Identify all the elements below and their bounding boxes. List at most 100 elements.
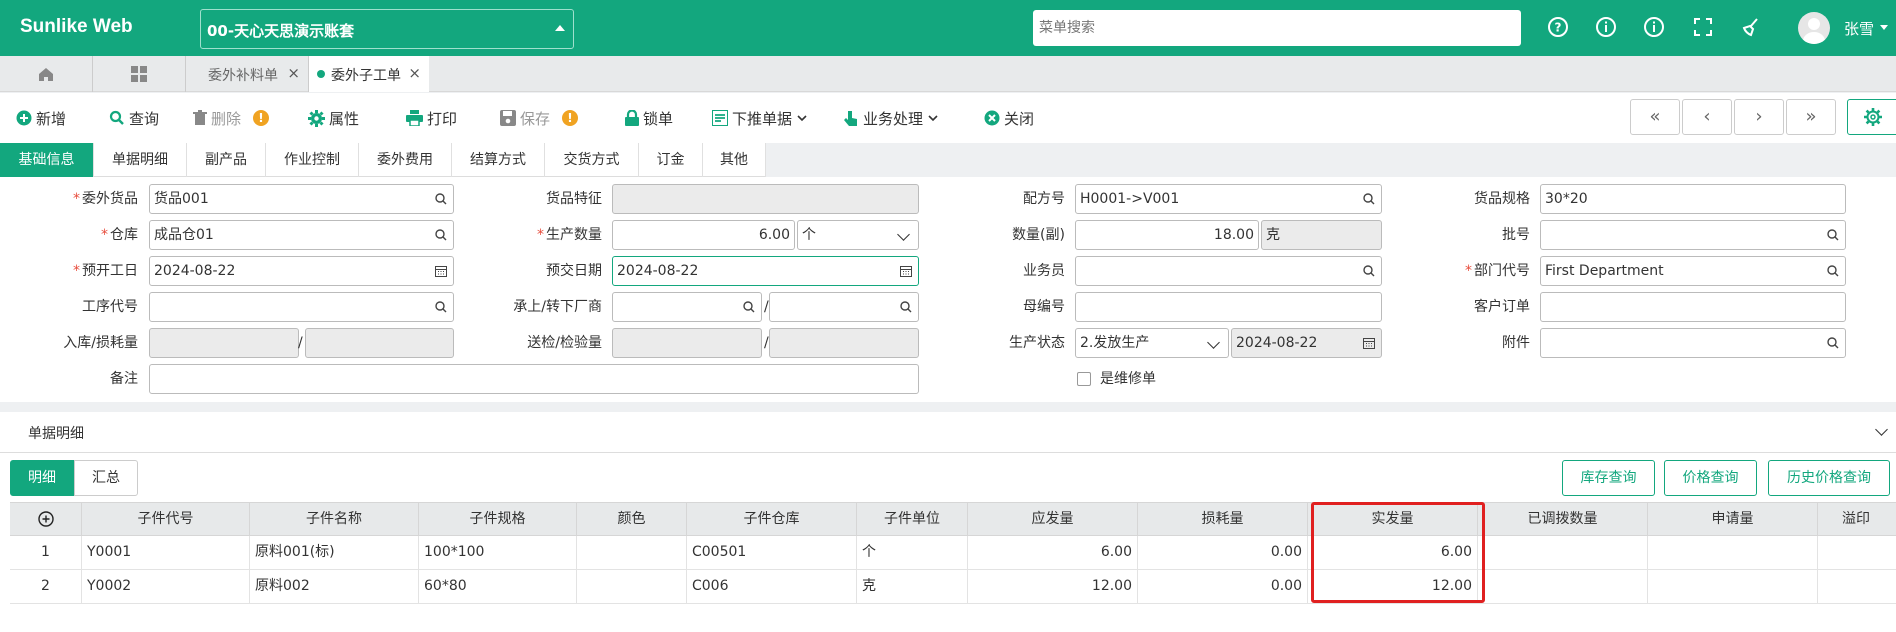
cell-color[interactable] <box>577 570 687 603</box>
add-row-icon[interactable] <box>10 503 82 535</box>
stock-query-button[interactable]: 库存查询 <box>1562 460 1655 496</box>
search-icon[interactable] <box>1827 337 1839 349</box>
col-part-spec[interactable]: 子件规格 <box>419 503 577 535</box>
tab-job-control[interactable]: 作业控制 <box>266 143 359 177</box>
user-name[interactable]: 张雪 <box>1844 18 1874 39</box>
query-button[interactable]: 查询 <box>109 107 159 129</box>
col-part-warehouse[interactable]: 子件仓库 <box>687 503 857 535</box>
business-process-button[interactable]: 业务处理 <box>843 107 939 129</box>
table-row[interactable]: 1 Y0001 原料001(标) 100*100 C00501 个 6.00 0… <box>10 536 1896 570</box>
tab-outsource-sub-order[interactable]: 委外子工单 × <box>308 56 429 92</box>
repair-order-checkbox[interactable] <box>1077 372 1091 386</box>
tab-doc-detail[interactable]: 单据明细 <box>94 143 187 177</box>
cell-should-issue[interactable]: 12.00 <box>968 570 1138 603</box>
clean-broom-icon[interactable] <box>1740 16 1762 38</box>
col-loss-qty[interactable]: 损耗量 <box>1138 503 1308 535</box>
calendar-icon[interactable] <box>435 265 447 277</box>
cell-applied-qty[interactable] <box>1648 570 1818 603</box>
goods-feature-input[interactable] <box>612 184 919 214</box>
calendar-icon[interactable] <box>900 265 912 277</box>
account-select[interactable]: 00-天心天思演示账套 <box>200 9 574 49</box>
cell-part-code[interactable]: Y0002 <box>82 570 250 603</box>
col-color[interactable]: 颜色 <box>577 503 687 535</box>
cell-overprint[interactable] <box>1818 570 1896 603</box>
cell-applied-qty[interactable] <box>1648 536 1818 569</box>
search-icon[interactable] <box>1827 265 1839 277</box>
price-query-button[interactable]: 价格查询 <box>1664 460 1757 496</box>
cell-part-spec[interactable]: 100*100 <box>419 536 577 569</box>
prev-record-button[interactable]: ‹ <box>1682 99 1732 135</box>
search-icon[interactable] <box>435 229 447 241</box>
cell-part-warehouse[interactable]: C006 <box>687 570 857 603</box>
subtab-detail[interactable]: 明细 <box>10 460 74 496</box>
settings-button[interactable] <box>1847 99 1896 135</box>
dept-input[interactable]: First Department <box>1540 256 1846 286</box>
search-icon[interactable] <box>435 301 447 313</box>
help-icon[interactable]: ? <box>1547 16 1569 38</box>
remark-input[interactable] <box>149 364 919 394</box>
tab-outsource-supplement[interactable]: 委外补料单 × <box>185 56 308 92</box>
prod-status-select[interactable]: 2.发放生产 <box>1075 328 1229 358</box>
lock-order-button[interactable]: 锁单 <box>625 107 673 129</box>
tab-basic-info[interactable]: 基础信息 <box>0 143 94 177</box>
save-button[interactable]: 保存 ! <box>500 107 579 129</box>
prod-qty-input[interactable]: 6.00 <box>612 220 795 250</box>
tab-app-grid[interactable] <box>92 56 184 92</box>
tab-other[interactable]: 其他 <box>703 143 766 177</box>
salesman-input[interactable] <box>1075 256 1382 286</box>
batch-input[interactable] <box>1540 220 1846 250</box>
attachment-input[interactable] <box>1540 328 1846 358</box>
close-button[interactable]: 关闭 <box>984 107 1034 129</box>
cell-part-name[interactable]: 原料002 <box>250 570 419 603</box>
history-price-query-button[interactable]: 历史价格查询 <box>1768 460 1890 496</box>
print-button[interactable]: 打印 <box>406 107 457 129</box>
goods-spec-input[interactable]: 30*20 <box>1540 184 1846 214</box>
info-icon[interactable] <box>1595 16 1617 38</box>
add-button[interactable]: 新增 <box>16 107 66 129</box>
avatar[interactable] <box>1798 12 1830 44</box>
properties-button[interactable]: 属性 <box>308 107 359 129</box>
vendor-down-input[interactable] <box>769 292 919 322</box>
customer-order-input[interactable] <box>1540 292 1846 322</box>
first-record-button[interactable]: « <box>1630 99 1680 135</box>
cell-transferred-qty[interactable] <box>1478 570 1648 603</box>
parent-no-input[interactable] <box>1075 292 1382 322</box>
col-part-name[interactable]: 子件名称 <box>250 503 419 535</box>
search-icon[interactable] <box>900 301 912 313</box>
start-date-input[interactable]: 2024-08-22 <box>149 256 454 286</box>
cell-part-spec[interactable]: 60*80 <box>419 570 577 603</box>
warehouse-input[interactable]: 成品仓01 <box>149 220 454 250</box>
cell-part-unit[interactable]: 个 <box>857 536 968 569</box>
cell-color[interactable] <box>577 536 687 569</box>
tab-deposit[interactable]: 订金 <box>639 143 703 177</box>
close-icon[interactable]: × <box>408 64 421 82</box>
cell-overprint[interactable] <box>1818 536 1896 569</box>
tab-home[interactable] <box>0 56 92 92</box>
subtab-summary[interactable]: 汇总 <box>74 460 138 496</box>
cell-part-unit[interactable]: 克 <box>857 570 968 603</box>
cell-transferred-qty[interactable] <box>1478 536 1648 569</box>
col-applied-qty[interactable]: 申请量 <box>1648 503 1818 535</box>
menu-search-input[interactable] <box>1033 10 1521 46</box>
col-should-issue[interactable]: 应发量 <box>968 503 1138 535</box>
cell-part-warehouse[interactable]: C00501 <box>687 536 857 569</box>
col-overprint[interactable]: 溢印 <box>1818 503 1896 535</box>
process-input[interactable] <box>149 292 454 322</box>
search-icon[interactable] <box>435 193 447 205</box>
cell-loss-qty[interactable]: 0.00 <box>1138 536 1308 569</box>
cell-part-code[interactable]: Y0001 <box>82 536 250 569</box>
tab-by-products[interactable]: 副产品 <box>187 143 266 177</box>
col-part-code[interactable]: 子件代号 <box>82 503 250 535</box>
table-row[interactable]: 2 Y0002 原料002 60*80 C006 克 12.00 0.00 12… <box>10 570 1896 604</box>
last-record-button[interactable]: » <box>1786 99 1836 135</box>
close-icon[interactable]: × <box>287 64 300 82</box>
next-record-button[interactable]: › <box>1734 99 1784 135</box>
tab-settlement[interactable]: 结算方式 <box>452 143 545 177</box>
due-date-input[interactable]: 2024-08-22 <box>612 256 919 286</box>
search-icon[interactable] <box>743 301 755 313</box>
cell-loss-qty[interactable]: 0.00 <box>1138 570 1308 603</box>
push-down-button[interactable]: 下推单据 <box>712 107 808 129</box>
chevron-down-icon[interactable] <box>1875 423 1888 436</box>
fullscreen-icon[interactable] <box>1692 16 1714 38</box>
cell-should-issue[interactable]: 6.00 <box>968 536 1138 569</box>
